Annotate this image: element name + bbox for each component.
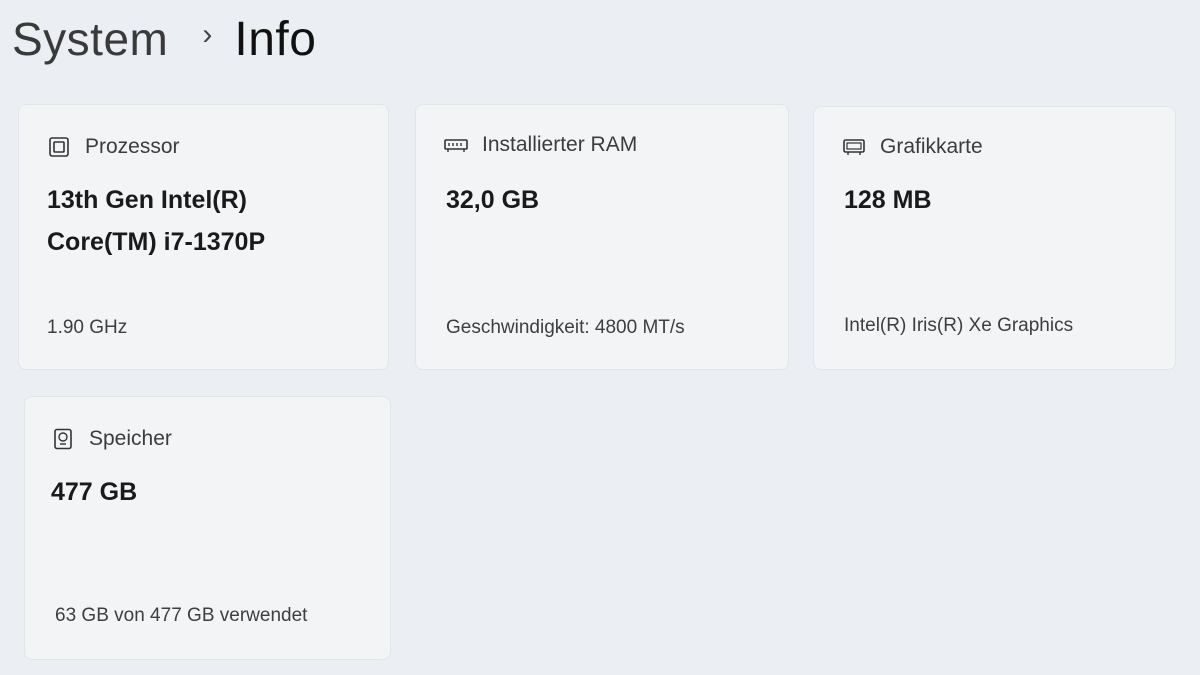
graphics-card-header: Grafikkarte	[842, 135, 983, 159]
storage-value: 477 GB	[51, 478, 138, 506]
ram-speed: Geschwindigkeit: 4800 MT/s	[446, 317, 685, 338]
storage-label: Speicher	[89, 427, 172, 450]
graphics-adapter-name: Intel(R) Iris(R) Xe Graphics	[844, 315, 1074, 336]
chevron-right-icon: ›	[202, 18, 213, 51]
storage-usage: 63 GB von 477 GB verwendet	[55, 605, 308, 626]
page-title: Info	[234, 12, 317, 66]
graphics-memory-value: 128 MB	[844, 186, 932, 214]
storage-card-header: Speicher	[51, 427, 172, 451]
graphics-card-icon	[842, 135, 866, 159]
storage-icon	[51, 427, 75, 451]
graphics-label: Grafikkarte	[880, 135, 983, 158]
ram-card-header: Installierter RAM	[444, 133, 637, 157]
ram-label: Installierter RAM	[482, 133, 638, 156]
processor-value: 13th Gen Intel(R) Core(TM) i7-1370P	[47, 186, 266, 256]
ram-card: Installierter RAM 32,0 GB Geschwindigkei…	[415, 104, 789, 370]
processor-speed: 1.90 GHz	[47, 317, 128, 338]
storage-card: Speicher 477 GB 63 GB von 477 GB verwend…	[24, 396, 391, 660]
breadcrumb-system-link[interactable]: System	[12, 12, 168, 66]
ram-value: 32,0 GB	[446, 186, 540, 214]
breadcrumb: System › Info	[12, 6, 316, 72]
graphics-card: Grafikkarte 128 MB Intel(R) Iris(R) Xe G…	[813, 106, 1176, 370]
processor-card-header: Prozessor	[47, 135, 180, 159]
processor-label: Prozessor	[85, 135, 180, 158]
processor-card: Prozessor 13th Gen Intel(R) Core(TM) i7-…	[18, 104, 389, 370]
processor-icon	[47, 135, 71, 159]
ram-icon	[444, 133, 468, 157]
